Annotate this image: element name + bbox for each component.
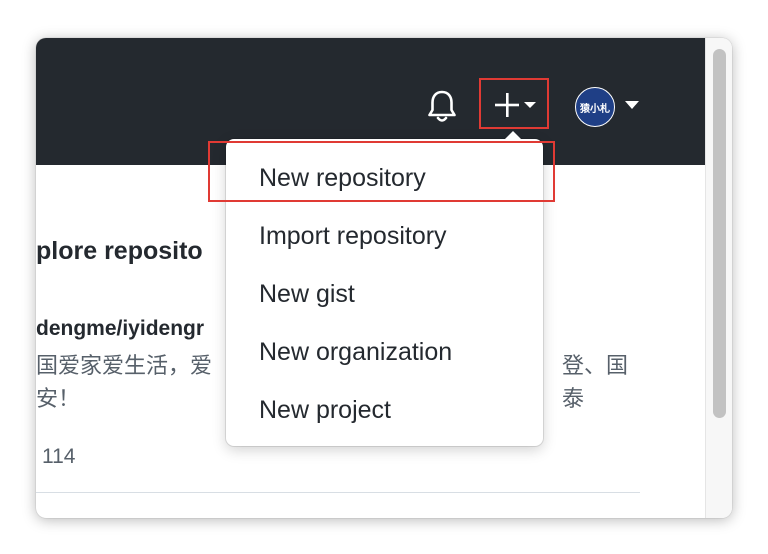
section-title: plore reposito xyxy=(36,237,203,265)
chevron-down-icon[interactable] xyxy=(624,100,640,110)
scroll-thumb[interactable] xyxy=(713,49,726,418)
repo-link[interactable]: dengme/iyidengr xyxy=(36,317,204,341)
avatar[interactable]: 猿小札 xyxy=(575,87,615,127)
browser-window: 猿小札 plore reposito dengme/iyidengr 国爱家爱生… xyxy=(36,38,732,518)
bell-icon[interactable] xyxy=(426,88,458,124)
menu-item-import-repository[interactable]: Import repository xyxy=(226,207,543,265)
menu-item-new-gist[interactable]: New gist xyxy=(226,265,543,323)
divider xyxy=(36,492,640,493)
dropdown-caret xyxy=(505,131,521,139)
menu-item-new-organization[interactable]: New organization xyxy=(226,323,543,381)
menu-item-new-project[interactable]: New project xyxy=(226,381,543,439)
chevron-down-icon xyxy=(524,102,536,108)
menu-item-new-repository[interactable]: New repository xyxy=(226,149,543,207)
repo-description-line1-right: 登、国泰 xyxy=(562,353,629,411)
star-count: 114 xyxy=(42,445,76,468)
create-new-button[interactable] xyxy=(479,78,549,129)
plus-icon xyxy=(495,93,519,117)
create-dropdown-menu: New repository Import repository New gis… xyxy=(226,131,543,446)
scrollbar[interactable] xyxy=(705,38,732,518)
